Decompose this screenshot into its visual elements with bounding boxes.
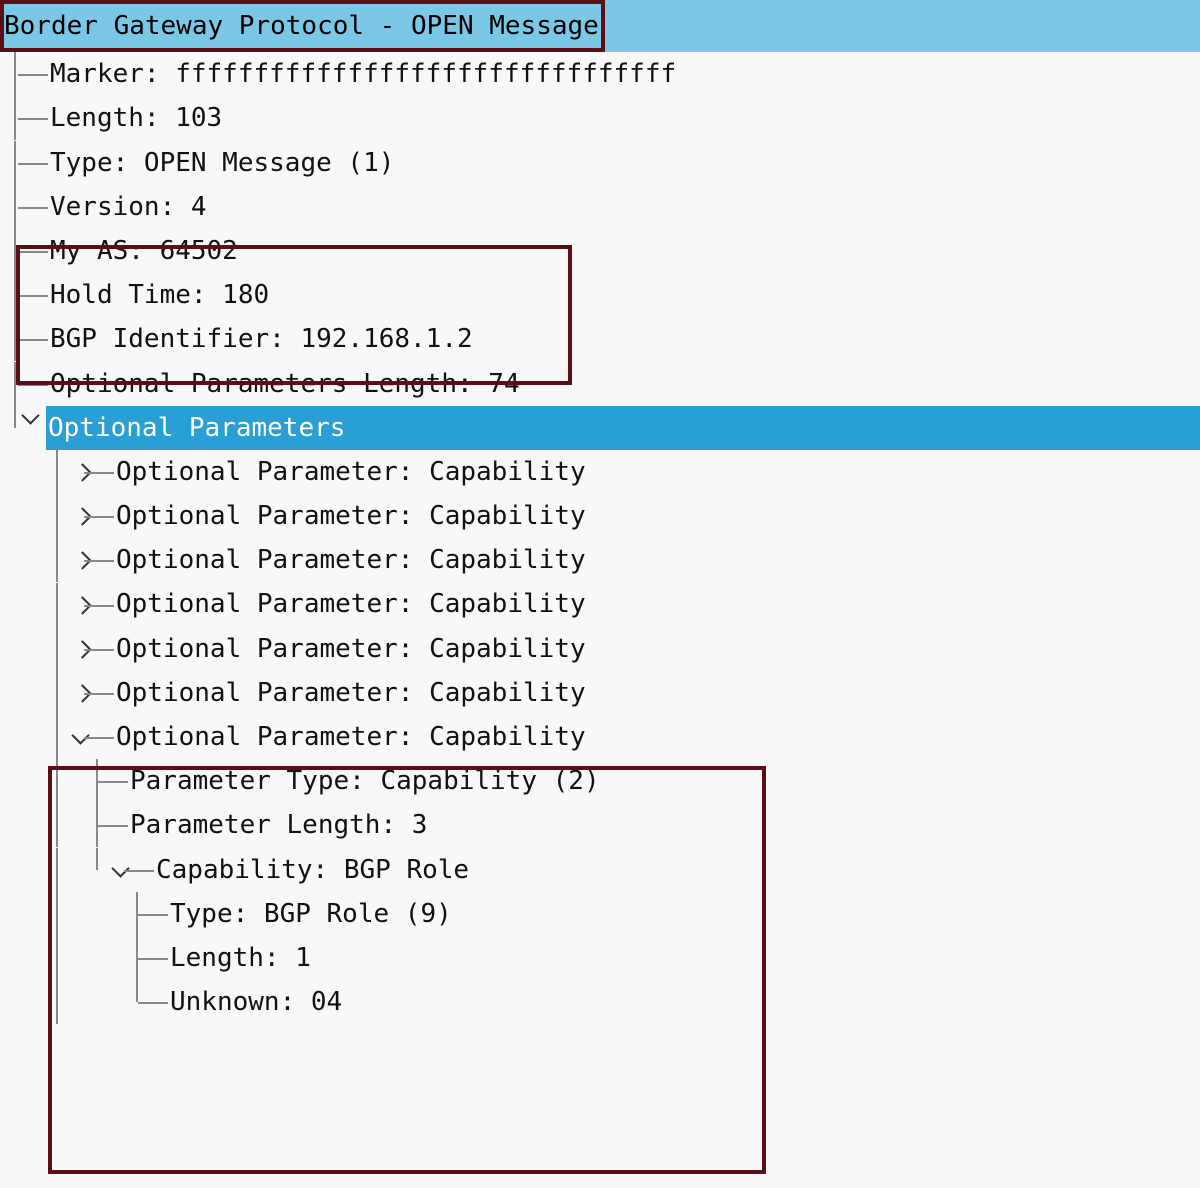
field-cap-unknown[interactable]: Unknown: 04 <box>0 980 1200 1024</box>
chevron-right-icon[interactable] <box>70 552 92 574</box>
field-marker-text: Marker: ffffffffffffffffffffffffffffffff <box>50 52 676 96</box>
tree-tee-icon <box>30 229 48 273</box>
node-capability-bgprole-text: Capability: BGP Role <box>156 848 469 892</box>
field-cap-type[interactable]: Type: BGP Role (9) <box>0 892 1200 936</box>
tree-tee-icon <box>30 141 48 185</box>
node-optional-parameters-text: Optional Parameters <box>48 406 345 450</box>
tree-tee-icon <box>96 627 114 671</box>
field-optparamlen-text: Optional Parameters Length: 74 <box>50 362 520 406</box>
chevron-right-icon[interactable] <box>70 597 92 619</box>
field-length-text: Length: 103 <box>50 96 222 140</box>
field-cap-length-text: Length: 1 <box>170 936 311 980</box>
tree-tee-icon <box>30 273 48 317</box>
tree-tee-icon <box>150 936 168 980</box>
tree-tee-icon <box>30 317 48 361</box>
node-capability-6[interactable]: Optional Parameter: Capability <box>0 671 1200 715</box>
field-bgpid-text: BGP Identifier: 192.168.1.2 <box>50 317 473 361</box>
tree-tee-icon <box>96 583 114 627</box>
node-capability-bgprole[interactable]: Capability: BGP Role <box>0 848 1200 892</box>
node-capability-4[interactable]: Optional Parameter: Capability <box>0 582 1200 626</box>
node-capability-text: Optional Parameter: Capability <box>116 627 586 671</box>
protocol-header-text: Border Gateway Protocol - OPEN Message <box>4 4 599 48</box>
field-length[interactable]: Length: 103 <box>0 96 1200 140</box>
node-capability-text: Optional Parameter: Capability <box>116 538 586 582</box>
node-capability-text: Optional Parameter: Capability <box>116 715 586 759</box>
chevron-right-icon[interactable] <box>70 641 92 663</box>
field-paramlen-text: Parameter Length: 3 <box>130 803 427 847</box>
node-capability-text: Optional Parameter: Capability <box>116 450 586 494</box>
tree-tee-icon <box>150 892 168 936</box>
field-myas-text: My AS: 64502 <box>50 229 238 273</box>
chevron-right-icon[interactable] <box>70 508 92 530</box>
tree-tee-icon <box>110 803 128 847</box>
chevron-right-icon[interactable] <box>70 685 92 707</box>
field-cap-length[interactable]: Length: 1 <box>0 936 1200 980</box>
node-capability-1[interactable]: Optional Parameter: Capability <box>0 450 1200 494</box>
field-version[interactable]: Version: 4 <box>0 185 1200 229</box>
field-paramtype[interactable]: Parameter Type: Capability (2) <box>0 759 1200 803</box>
node-capability-text: Optional Parameter: Capability <box>116 671 586 715</box>
node-capability-2[interactable]: Optional Parameter: Capability <box>0 494 1200 538</box>
tree-tee-icon <box>30 52 48 96</box>
tree-tee-icon <box>30 96 48 140</box>
field-paramlen[interactable]: Parameter Length: 3 <box>0 803 1200 847</box>
chevron-down-icon[interactable] <box>110 862 132 884</box>
tree-tee-icon <box>30 362 48 406</box>
tree-tee-icon <box>30 185 48 229</box>
chevron-right-icon[interactable] <box>70 464 92 486</box>
tree-tee-icon <box>96 450 114 494</box>
tree-tee-icon <box>96 671 114 715</box>
field-optparamlen[interactable]: Optional Parameters Length: 74 <box>0 362 1200 406</box>
tree-tee-icon <box>96 715 114 759</box>
field-cap-unknown-text: Unknown: 04 <box>170 980 342 1024</box>
tree-tee-icon <box>150 980 168 1024</box>
node-capability-text: Optional Parameter: Capability <box>116 494 586 538</box>
field-myas[interactable]: My AS: 64502 <box>0 229 1200 273</box>
field-holdtime[interactable]: Hold Time: 180 <box>0 273 1200 317</box>
field-cap-type-text: Type: BGP Role (9) <box>170 892 452 936</box>
node-optional-parameters[interactable]: Optional Parameters <box>0 406 1200 450</box>
protocol-header[interactable]: Border Gateway Protocol - OPEN Message <box>0 0 1200 52</box>
field-marker[interactable]: Marker: ffffffffffffffffffffffffffffffff <box>0 52 1200 96</box>
node-capability-7[interactable]: Optional Parameter: Capability <box>0 715 1200 759</box>
tree-tee-icon <box>110 759 128 803</box>
field-paramtype-text: Parameter Type: Capability (2) <box>130 759 600 803</box>
node-capability-3[interactable]: Optional Parameter: Capability <box>0 538 1200 582</box>
chevron-down-icon[interactable] <box>20 409 42 431</box>
field-type-text: Type: OPEN Message (1) <box>50 141 394 185</box>
tree-tee-icon <box>96 494 114 538</box>
chevron-down-icon[interactable] <box>70 729 92 751</box>
tree-tee-icon <box>136 848 154 892</box>
node-capability-text: Optional Parameter: Capability <box>116 582 586 626</box>
field-version-text: Version: 4 <box>50 185 207 229</box>
node-capability-5[interactable]: Optional Parameter: Capability <box>0 627 1200 671</box>
field-bgpid[interactable]: BGP Identifier: 192.168.1.2 <box>0 317 1200 361</box>
field-type[interactable]: Type: OPEN Message (1) <box>0 141 1200 185</box>
tree-tee-icon <box>96 538 114 582</box>
field-holdtime-text: Hold Time: 180 <box>50 273 269 317</box>
